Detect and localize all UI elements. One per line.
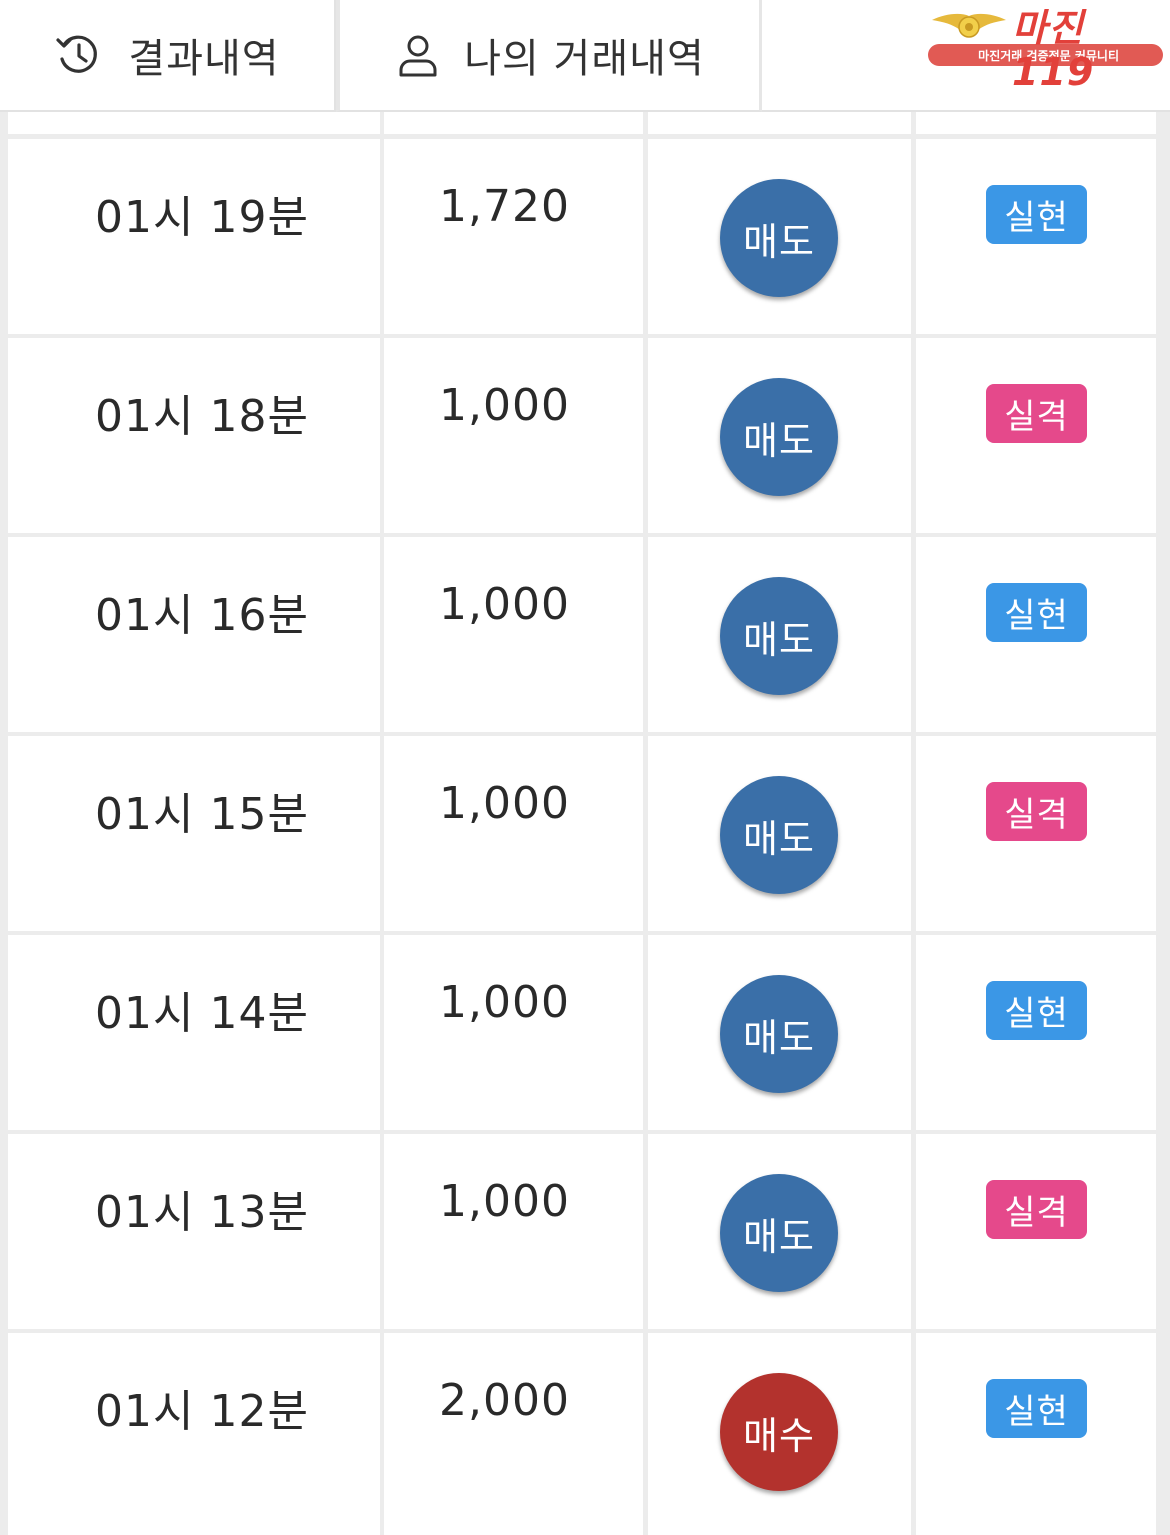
- result-cell: 실현: [916, 537, 1156, 732]
- side-cell: 매도: [648, 935, 911, 1130]
- cell-partial: [384, 112, 643, 134]
- user-icon: [394, 31, 442, 79]
- result-cell: 실현: [916, 1333, 1156, 1535]
- amount-cell: 1,000: [384, 736, 643, 931]
- sell-badge: 매도: [720, 577, 838, 695]
- time-cell: 01시 15분: [8, 736, 380, 931]
- sell-badge: 매도: [720, 179, 838, 297]
- side-cell: 매도: [648, 139, 911, 334]
- time-cell: 01시 16분: [8, 537, 380, 732]
- sell-badge: 매도: [720, 975, 838, 1093]
- trade-amount: 1,000: [439, 977, 570, 1028]
- trade-time: 01시 14분: [95, 988, 309, 1039]
- trade-amount: 1,000: [439, 579, 570, 630]
- table-row: 01시 16분 1,000 매도 실현: [0, 537, 1170, 732]
- sell-badge: 매도: [720, 378, 838, 496]
- result-realized-badge: 실현: [986, 1379, 1087, 1438]
- trade-amount: 1,000: [439, 778, 570, 829]
- amount-cell: 1,000: [384, 338, 643, 533]
- result-failed-badge: 실격: [986, 384, 1087, 443]
- tab-results-label: 결과내역: [128, 36, 280, 82]
- wings-emblem-icon: [932, 13, 1006, 38]
- result-failed-badge: 실격: [986, 782, 1087, 841]
- result-cell: 실현: [916, 935, 1156, 1130]
- trade-time: 01시 16분: [95, 590, 309, 641]
- table-row: 01시 19분 1,720 매도 실현: [0, 139, 1170, 334]
- trade-time: 01시 13분: [95, 1187, 309, 1238]
- side-cell: 매도: [648, 537, 911, 732]
- tab-results[interactable]: 결과내역: [0, 0, 336, 112]
- trade-time: 01시 18분: [95, 391, 309, 442]
- result-realized-badge: 실현: [986, 583, 1087, 642]
- tab-my-trades[interactable]: 나의 거래내역: [336, 0, 762, 112]
- result-cell: 실격: [916, 338, 1156, 533]
- cell-partial: [648, 112, 911, 134]
- table-row: 01시 14분 1,000 매도 실현: [0, 935, 1170, 1130]
- buy-badge: 매수: [720, 1373, 838, 1491]
- table-row: 01시 13분 1,000 매도 실격: [0, 1134, 1170, 1329]
- result-realized-badge: 실현: [986, 185, 1087, 244]
- sell-badge: 매도: [720, 1174, 838, 1292]
- cell-partial: [8, 112, 380, 134]
- trade-amount: 1,000: [439, 380, 570, 431]
- logo-area: 마진거래 검증전문 커뮤니티 마진119: [762, 0, 1170, 112]
- history-icon: [54, 31, 102, 79]
- side-cell: 매수: [648, 1333, 911, 1535]
- trade-history-table: 01시 19분 1,720 매도 실현 01시 18분 1,000 매도 실격 01시 16분 1…: [0, 112, 1170, 1535]
- result-cell: 실격: [916, 736, 1156, 931]
- trade-time: 01시 12분: [95, 1386, 309, 1437]
- logo-wordmark: 마진119: [1012, 6, 1095, 94]
- amount-cell: 1,000: [384, 1134, 643, 1329]
- side-cell: 매도: [648, 736, 911, 931]
- sell-badge: 매도: [720, 776, 838, 894]
- cell-partial: [916, 112, 1156, 134]
- table-row: 01시 12분 2,000 매수 실현: [0, 1333, 1170, 1535]
- result-failed-badge: 실격: [986, 1180, 1087, 1239]
- time-cell: 01시 14분: [8, 935, 380, 1130]
- amount-cell: 2,000: [384, 1333, 643, 1535]
- trade-time: 01시 19분: [95, 192, 309, 243]
- time-cell: 01시 18분: [8, 338, 380, 533]
- trade-amount: 2,000: [439, 1375, 570, 1426]
- amount-cell: 1,720: [384, 139, 643, 334]
- time-cell: 01시 13분: [8, 1134, 380, 1329]
- amount-cell: 1,000: [384, 537, 643, 732]
- side-cell: 매도: [648, 338, 911, 533]
- time-cell: 01시 19분: [8, 139, 380, 334]
- trade-amount: 1,000: [439, 1176, 570, 1227]
- result-cell: 실격: [916, 1134, 1156, 1329]
- tab-my-trades-label: 나의 거래내역: [464, 36, 705, 82]
- result-realized-badge: 실현: [986, 981, 1087, 1040]
- table-row: 01시 15분 1,000 매도 실격: [0, 736, 1170, 931]
- table-row-partial: [0, 112, 1170, 134]
- site-logo[interactable]: 마진거래 검증전문 커뮤니티 마진119: [928, 6, 1163, 94]
- table-row: 01시 18분 1,000 매도 실격: [0, 338, 1170, 533]
- time-cell: 01시 12분: [8, 1333, 380, 1535]
- trade-time: 01시 15분: [95, 789, 309, 840]
- result-cell: 실현: [916, 139, 1156, 334]
- amount-cell: 1,000: [384, 935, 643, 1130]
- side-cell: 매도: [648, 1134, 911, 1329]
- trade-amount: 1,720: [439, 181, 570, 232]
- tab-bar: 결과내역 나의 거래내역 마진거래 검증전문 커뮤니티 마진119: [0, 0, 1170, 112]
